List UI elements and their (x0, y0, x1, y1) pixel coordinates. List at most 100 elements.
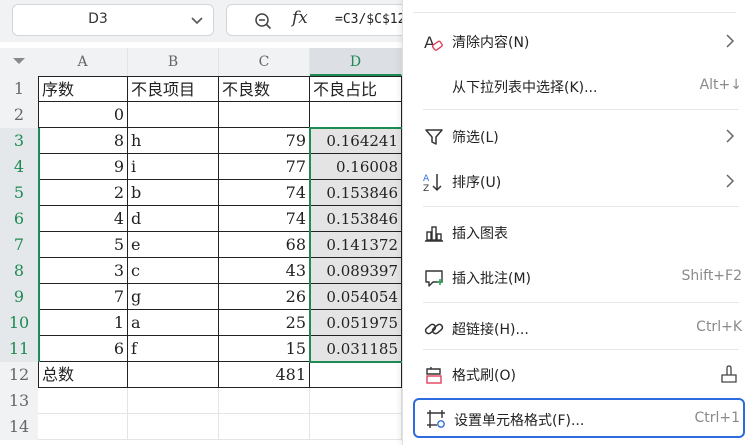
cell-b7[interactable]: e (128, 232, 219, 258)
cell-b5[interactable]: b (128, 180, 219, 206)
cell-a11[interactable]: 6 (38, 336, 128, 362)
menu-item-pick-from-list[interactable]: 从下拉列表中选择(K)... Alt+↓ (413, 67, 745, 105)
menu-item-sort[interactable]: A Z 排序(U) (413, 162, 745, 200)
link-icon (424, 323, 444, 335)
cell-d12[interactable] (310, 362, 402, 388)
cell-d4[interactable]: 0.16008 (310, 154, 402, 180)
chevron-right-icon (726, 34, 735, 48)
row-header-12[interactable]: 12 (0, 362, 38, 388)
cell-c8[interactable]: 43 (219, 258, 310, 284)
cell-a14[interactable] (38, 414, 128, 440)
row-header-11[interactable]: 11 (0, 336, 38, 362)
cell-d13[interactable] (310, 388, 402, 414)
menu-item-insert-chart[interactable]: 插入图表 (413, 213, 745, 251)
row-header-3[interactable]: 3 (0, 128, 38, 154)
select-all-corner[interactable] (0, 48, 38, 76)
row-header-4[interactable]: 4 (0, 154, 38, 180)
cell-a9[interactable]: 7 (38, 284, 128, 310)
cell-c7[interactable]: 68 (219, 232, 310, 258)
brush-pin-icon[interactable] (719, 364, 739, 384)
cell-d10[interactable]: 0.051975 (310, 310, 402, 336)
menu-item-format-painter[interactable]: 格式刷(O) (413, 355, 745, 393)
cell-d6[interactable]: 0.153846 (310, 206, 402, 232)
cell-b11[interactable]: f (128, 336, 219, 362)
row-header-5[interactable]: 5 (0, 180, 38, 206)
cell-c14[interactable] (219, 414, 310, 440)
cell-b1[interactable]: 不良项目 (128, 76, 219, 102)
cell-a4[interactable]: 9 (38, 154, 128, 180)
cell-a13[interactable] (38, 388, 128, 414)
column-header-b[interactable]: B (128, 48, 219, 76)
cell-c2[interactable] (219, 102, 310, 128)
menu-item-hyperlink[interactable]: 超链接(H)... Ctrl+K (413, 309, 745, 347)
cell-b8[interactable]: c (128, 258, 219, 284)
cell-d14[interactable] (310, 414, 402, 440)
cell-c5[interactable]: 74 (219, 180, 310, 206)
column-header-d[interactable]: D (310, 48, 402, 76)
row-header-13[interactable]: 13 (0, 388, 38, 414)
cell-c10[interactable]: 25 (219, 310, 310, 336)
function-icon[interactable]: fx (292, 8, 308, 28)
cell-a12[interactable]: 总数 (38, 362, 128, 388)
row-header-14[interactable]: 14 (0, 414, 38, 440)
cell-b4[interactable]: i (128, 154, 219, 180)
cell-b12[interactable] (128, 362, 219, 388)
row-header-10[interactable]: 10 (0, 310, 38, 336)
cell-c11[interactable]: 15 (219, 336, 310, 362)
cell-b13[interactable] (128, 388, 219, 414)
cell-b9[interactable]: g (128, 284, 219, 310)
row-header-1[interactable]: 1 (0, 76, 38, 102)
cell-c3[interactable]: 79 (219, 128, 310, 154)
cell-d5[interactable]: 0.153846 (310, 180, 402, 206)
formula-input[interactable]: fx =C3/$C$12 (226, 4, 426, 36)
row-header-7[interactable]: 7 (0, 232, 38, 258)
zoom-icon[interactable] (254, 12, 272, 30)
cell-a1[interactable]: 序数 (38, 76, 128, 102)
cell-a6[interactable]: 4 (38, 206, 128, 232)
cell-b3[interactable]: h (128, 128, 219, 154)
cell-a8[interactable]: 3 (38, 258, 128, 284)
cell-c4[interactable]: 77 (219, 154, 310, 180)
cell-b2[interactable] (128, 102, 219, 128)
cell-d2[interactable] (310, 102, 402, 128)
chevron-right-icon (726, 174, 735, 188)
cell-a10[interactable]: 1 (38, 310, 128, 336)
cell-c6[interactable]: 74 (219, 206, 310, 232)
cell-c1[interactable]: 不良数 (219, 76, 310, 102)
name-box[interactable]: D3 (12, 4, 214, 36)
chevron-down-icon[interactable] (189, 12, 205, 28)
column-header-a[interactable]: A (38, 48, 128, 76)
format-painter-icon (426, 367, 442, 384)
eraser-icon: A (424, 33, 443, 52)
cell-b14[interactable] (128, 414, 219, 440)
cell-c13[interactable] (219, 388, 310, 414)
cell-a5[interactable]: 2 (38, 180, 128, 206)
cell-b10[interactable]: a (128, 310, 219, 336)
cell-d3[interactable]: 0.164241 (310, 128, 402, 154)
menu-divider (423, 302, 739, 303)
menu-item-filter[interactable]: 筛选(L) (413, 117, 745, 155)
menu-item-format-cells[interactable]: 设置单元格格式(F)... Ctrl+1 (413, 398, 745, 438)
cell-d9[interactable]: 0.054054 (310, 284, 402, 310)
row-header-2[interactable]: 2 (0, 102, 38, 128)
row-header-6[interactable]: 6 (0, 206, 38, 232)
filter-icon (425, 129, 443, 145)
cell-a2[interactable]: 0 (38, 102, 128, 128)
shortcut-label: Ctrl+1 (694, 410, 740, 426)
column-header-c[interactable]: C (219, 48, 310, 76)
cell-c9[interactable]: 26 (219, 284, 310, 310)
menu-item-insert-comment[interactable]: 插入批注(M) Shift+F2 (413, 258, 745, 296)
menu-item-label: 插入图表 (452, 226, 508, 242)
cell-d11[interactable]: 0.031185 (310, 336, 402, 362)
cell-d7[interactable]: 0.141372 (310, 232, 402, 258)
cell-d8[interactable]: 0.089397 (310, 258, 402, 284)
cell-b6[interactable]: d (128, 206, 219, 232)
menu-item-clear-contents[interactable]: A 清除内容(N) (413, 22, 745, 60)
cell-a7[interactable]: 5 (38, 232, 128, 258)
cell-d1[interactable]: 不良占比 (310, 76, 402, 102)
row-header-9[interactable]: 9 (0, 284, 38, 310)
menu-item-label: 超链接(H)... (452, 322, 529, 338)
cell-c12[interactable]: 481 (219, 362, 310, 388)
row-header-8[interactable]: 8 (0, 258, 38, 284)
cell-a3[interactable]: 8 (38, 128, 128, 154)
